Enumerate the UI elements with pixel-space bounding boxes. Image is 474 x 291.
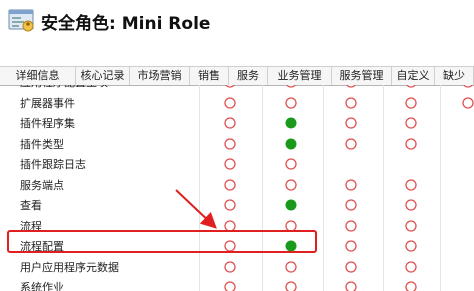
tab-0[interactable]: 详细信息 bbox=[0, 67, 76, 85]
privilege-none-icon[interactable] bbox=[438, 94, 474, 114]
privilege-none-icon[interactable] bbox=[261, 258, 321, 278]
tab-2[interactable]: 市场营销 bbox=[130, 67, 190, 85]
tab-8[interactable]: 缺少 bbox=[435, 67, 474, 85]
privilege-row: 插件类型 bbox=[0, 135, 474, 155]
privilege-none-icon[interactable] bbox=[261, 278, 321, 291]
header: 安全角色: Mini Role bbox=[0, 0, 474, 66]
tab-6[interactable]: 服务管理 bbox=[332, 67, 392, 85]
privilege-grid: 应用程序配置主项扩展器事件插件程序集插件类型插件跟踪日志服务端点查看流程流程配置… bbox=[0, 85, 474, 291]
privilege-none-icon[interactable] bbox=[261, 94, 321, 114]
privilege-none-icon[interactable] bbox=[200, 196, 260, 216]
privilege-row-label: 插件类型 bbox=[20, 137, 64, 151]
privilege-none-icon[interactable] bbox=[321, 85, 381, 93]
privilege-none-icon[interactable] bbox=[261, 176, 321, 196]
privilege-none-icon[interactable] bbox=[438, 85, 474, 93]
privilege-row-label: 服务端点 bbox=[20, 178, 64, 192]
privilege-none-icon[interactable] bbox=[321, 135, 381, 155]
tab-1[interactable]: 核心记录 bbox=[76, 67, 130, 85]
privilege-none-icon[interactable] bbox=[200, 176, 260, 196]
privilege-none-icon[interactable] bbox=[381, 114, 441, 134]
privilege-none-icon[interactable] bbox=[321, 258, 381, 278]
privilege-none-icon[interactable] bbox=[321, 217, 381, 237]
privilege-none-icon[interactable] bbox=[321, 94, 381, 114]
tab-4[interactable]: 服务 bbox=[229, 67, 268, 85]
privilege-row-label: 查看 bbox=[20, 199, 42, 212]
privilege-row: 服务端点 bbox=[0, 176, 474, 196]
privilege-row-label: 应用程序配置主项 bbox=[20, 85, 108, 90]
privilege-row-label: 系统作业 bbox=[20, 281, 64, 291]
privilege-row: 系统作业 bbox=[0, 278, 474, 291]
tab-bar: 详细信息 核心记录 市场营销 销售 服务 业务管理 服务管理 自定义 缺少 bbox=[0, 66, 474, 86]
privilege-none-icon[interactable] bbox=[381, 217, 441, 237]
privilege-none-icon[interactable] bbox=[200, 278, 260, 291]
privilege-none-icon[interactable] bbox=[200, 114, 260, 134]
privilege-row: 应用程序配置主项 bbox=[0, 85, 474, 93]
privilege-none-icon[interactable] bbox=[200, 94, 260, 114]
privilege-none-icon[interactable] bbox=[381, 176, 441, 196]
privilege-row: 插件跟踪日志 bbox=[0, 155, 474, 175]
privilege-none-icon[interactable] bbox=[381, 94, 441, 114]
page-title: 安全角色: Mini Role bbox=[41, 14, 211, 34]
privilege-row: 插件程序集 bbox=[0, 114, 474, 134]
privilege-none-icon[interactable] bbox=[200, 135, 260, 155]
privilege-none-icon[interactable] bbox=[200, 258, 260, 278]
privilege-row: 扩展器事件 bbox=[0, 94, 474, 114]
privilege-none-icon[interactable] bbox=[381, 237, 441, 257]
privilege-full-icon[interactable] bbox=[261, 114, 321, 134]
privilege-none-icon[interactable] bbox=[321, 114, 381, 134]
privilege-none-icon[interactable] bbox=[381, 85, 441, 93]
privilege-row-label: 插件跟踪日志 bbox=[20, 158, 86, 171]
privilege-row-label: 扩展器事件 bbox=[20, 96, 75, 110]
highlight-box bbox=[7, 230, 317, 253]
privilege-none-icon[interactable] bbox=[261, 85, 321, 93]
privilege-none-icon[interactable] bbox=[381, 196, 441, 216]
privilege-full-icon[interactable] bbox=[261, 196, 321, 216]
privilege-row: 用户应用程序元数据 bbox=[0, 258, 474, 278]
privilege-row-label: 插件程序集 bbox=[20, 117, 75, 130]
privilege-row: 查看 bbox=[0, 196, 474, 216]
privilege-none-icon[interactable] bbox=[321, 278, 381, 291]
privilege-none-icon[interactable] bbox=[321, 237, 381, 257]
privilege-none-icon[interactable] bbox=[200, 155, 260, 175]
privilege-full-icon[interactable] bbox=[261, 135, 321, 155]
privilege-row-label: 用户应用程序元数据 bbox=[20, 260, 119, 274]
privilege-none-icon[interactable] bbox=[381, 135, 441, 155]
privilege-none-icon[interactable] bbox=[321, 176, 381, 196]
privilege-none-icon[interactable] bbox=[321, 196, 381, 216]
privilege-none-icon[interactable] bbox=[261, 155, 321, 175]
privilege-none-icon[interactable] bbox=[381, 278, 441, 291]
privilege-none-icon[interactable] bbox=[200, 85, 260, 93]
tab-5[interactable]: 业务管理 bbox=[268, 67, 332, 85]
tab-7[interactable]: 自定义 bbox=[392, 67, 435, 85]
security-role-icon bbox=[8, 9, 34, 32]
privilege-none-icon[interactable] bbox=[381, 258, 441, 278]
tab-3[interactable]: 销售 bbox=[190, 67, 229, 85]
